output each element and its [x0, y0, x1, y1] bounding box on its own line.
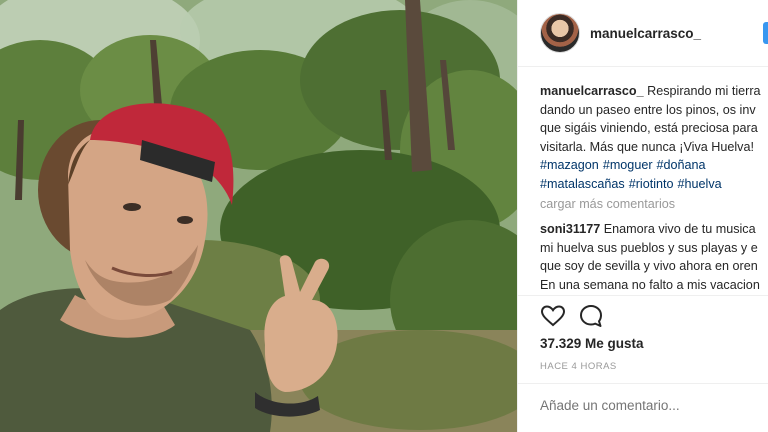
divider — [518, 295, 768, 296]
hashtag-link[interactable]: #matalascañas — [540, 177, 625, 191]
hashtag-link[interactable]: #moguer — [603, 158, 653, 172]
caption-text-line: visitarla. Más que nunca ¡Viva Huelva! — [540, 139, 754, 154]
post-side-panel: manuelcarrasco_ manuelcarrasco_ Respiran… — [517, 0, 768, 432]
post-header: manuelcarrasco_ — [518, 0, 768, 67]
heart-icon[interactable] — [540, 303, 566, 329]
comment-item: soni31177 Enamora vivo de tu musica mi h… — [540, 220, 760, 294]
follow-button[interactable] — [763, 22, 768, 44]
comment-text-line: mi huelva sus pueblos y sus playas y e — [540, 240, 758, 255]
header-username[interactable]: manuelcarrasco_ — [590, 26, 701, 41]
comment-text-line: En una semana no falto a mis vacacion — [540, 277, 760, 292]
load-more-comments-link[interactable]: cargar más comentarios — [540, 197, 675, 211]
selfie-forest-image — [0, 0, 517, 432]
like-count[interactable]: 37.329 Me gusta — [540, 336, 644, 351]
comment-text-line: Enamora vivo de tu musica — [603, 222, 756, 236]
post-caption: manuelcarrasco_ Respirando mi tierra dan… — [540, 82, 768, 194]
comment-text-line: que soy de sevilla y vivo ahora en oren — [540, 259, 758, 274]
divider — [518, 383, 768, 384]
hashtag-link[interactable]: #huelva — [678, 177, 722, 191]
add-comment-input[interactable] — [540, 398, 760, 413]
avatar[interactable] — [540, 13, 580, 53]
hashtag-link[interactable]: #mazagon — [540, 158, 599, 172]
comment-icon[interactable] — [578, 303, 604, 329]
caption-text-line: Respirando mi tierra — [647, 84, 761, 98]
post-timestamp: HACE 4 HORAS — [540, 361, 617, 372]
caption-username[interactable]: manuelcarrasco_ — [540, 84, 644, 98]
caption-text-line: dando un paseo entre los pinos, os inv — [540, 102, 756, 117]
comment-username[interactable]: soni31177 — [540, 222, 600, 236]
hashtag-link[interactable]: #riotinto — [629, 177, 674, 191]
post-photo[interactable] — [0, 0, 517, 432]
hashtag-link[interactable]: #doñana — [657, 158, 706, 172]
caption-text-line: que sigáis viniendo, está preciosa para — [540, 121, 758, 136]
